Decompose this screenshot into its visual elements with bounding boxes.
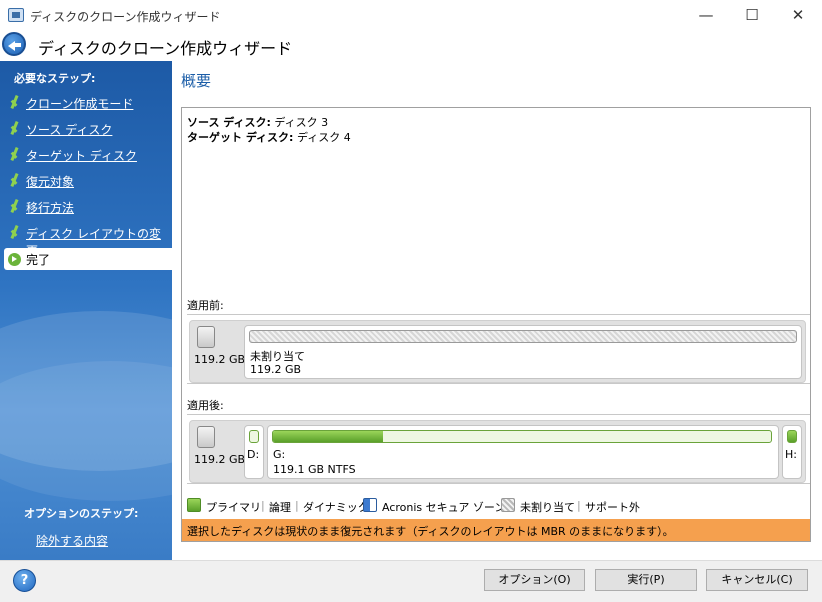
partition-d-label: D:	[247, 448, 260, 461]
partition-g-info: 119.1 GB NTFS	[273, 463, 356, 476]
after-label: 適用後:	[187, 399, 224, 412]
step-label[interactable]: 移行方法	[26, 199, 74, 216]
summary-panel: ソース ディスク: ディスク 3 ターゲット ディスク: ディスク 4 適用前:…	[181, 107, 811, 542]
options-button[interactable]: オプション(O)	[484, 569, 585, 591]
partition-bar	[249, 330, 797, 343]
run-button[interactable]: 実行(P)	[595, 569, 697, 591]
legend-separator: |	[295, 499, 299, 512]
page-title: 概要	[181, 72, 212, 90]
source-disk-value: ディスク 3	[274, 116, 329, 129]
sidebar-step-target-disk[interactable]: ターゲット ディスク	[0, 144, 172, 166]
steps-sidebar: 必要なステップ: クローン作成モード ソース ディスク ターゲット ディスク 復…	[0, 61, 172, 560]
minimize-button[interactable]: —	[683, 0, 729, 30]
sidebar-decoration	[0, 361, 172, 501]
step-label[interactable]: クローン作成モード	[26, 95, 133, 112]
required-steps-label: 必要なステップ:	[14, 72, 96, 85]
disk-after-box: 119.2 GB D: G: 119.1 GB NTFS H:	[189, 420, 806, 483]
check-icon	[8, 147, 18, 161]
window-title: ディスクのクローン作成ウィザード	[30, 10, 221, 24]
layout-notice-banner: 選択したディスクは現状のまま復元されます（ディスクのレイアウトは MBR のまま…	[182, 519, 810, 541]
disk-size: 119.2 GB	[194, 453, 246, 466]
partition-size: 119.2 GB	[250, 363, 302, 376]
partition-title: 未割り当て	[250, 350, 305, 363]
legend-unallocated: 未割り当て	[520, 501, 575, 514]
close-button[interactable]: ✕	[775, 0, 821, 30]
back-arrow-icon[interactable]	[2, 32, 26, 56]
disk-before-box: 119.2 GB 未割り当て 119.2 GB	[189, 320, 806, 383]
partition-unallocated[interactable]: 未割り当て 119.2 GB	[244, 325, 802, 379]
partition-bar	[787, 430, 797, 443]
cancel-button[interactable]: キャンセル(C)	[706, 569, 808, 591]
wizard-title: ディスクのクローン作成ウィザード	[38, 39, 293, 58]
disk-before: 119.2 GB 未割り当て 119.2 GB	[187, 314, 810, 384]
step-label: 完了	[26, 253, 51, 267]
partition-g-label: G:	[273, 448, 286, 461]
current-step-arrow-icon	[8, 253, 21, 266]
legend-dynamic: ダイナミック	[303, 501, 369, 514]
app-icon	[8, 8, 24, 22]
sidebar-item-exclusions[interactable]: 除外する内容	[36, 532, 108, 549]
optional-steps-label: オプションのステップ:	[24, 507, 139, 520]
check-icon	[8, 121, 18, 135]
partition-usage-fill	[273, 431, 383, 442]
before-label: 適用前:	[187, 299, 224, 312]
partition-d[interactable]: D:	[244, 425, 264, 479]
source-disk-key: ソース ディスク:	[187, 116, 271, 129]
sidebar-step-clone-mode[interactable]: クローン作成モード	[0, 92, 172, 114]
help-icon[interactable]: ?	[13, 569, 36, 592]
sidebar-step-source-disk[interactable]: ソース ディスク	[0, 118, 172, 140]
target-disk-line: ターゲット ディスク: ディスク 4	[187, 129, 351, 145]
disk-after: 119.2 GB D: G: 119.1 GB NTFS H:	[187, 414, 810, 484]
sidebar-step-finish[interactable]: 完了	[4, 248, 172, 270]
check-icon	[8, 95, 18, 109]
unallocated-swatch-icon	[501, 498, 515, 512]
target-disk-key: ターゲット ディスク:	[187, 131, 294, 144]
hard-disk-icon	[197, 326, 215, 348]
sidebar-step-disk-layout[interactable]: ディスク レイアウトの変更	[0, 222, 172, 258]
legend-separator: |	[261, 499, 265, 512]
disk-size: 119.2 GB	[194, 353, 246, 366]
partition-h-label: H:	[785, 448, 797, 461]
wizard-header: ディスクのクローン作成ウィザード	[0, 30, 822, 61]
partition-bar	[272, 430, 772, 443]
acronis-zone-swatch-icon	[363, 498, 377, 512]
primary-swatch-icon	[187, 498, 201, 512]
maximize-button[interactable]: ☐	[729, 0, 775, 30]
legend-unsupported: サポート外	[585, 501, 640, 514]
wizard-footer: ? オプション(O) 実行(P) キャンセル(C)	[0, 560, 822, 602]
partition-g[interactable]: G: 119.1 GB NTFS	[267, 425, 779, 479]
sidebar-step-recovery-target[interactable]: 復元対象	[0, 170, 172, 192]
window-titlebar: ディスクのクローン作成ウィザード — ☐ ✕	[0, 0, 822, 30]
step-label[interactable]: 復元対象	[26, 173, 74, 190]
source-disk-line: ソース ディスク: ディスク 3	[187, 114, 328, 130]
legend-acronis: Acronis セキュア ゾーン	[382, 501, 506, 514]
check-icon	[8, 225, 18, 239]
check-icon	[8, 173, 18, 187]
legend-separator: |	[577, 499, 581, 512]
check-icon	[8, 199, 18, 213]
sidebar-step-migration-method[interactable]: 移行方法	[0, 196, 172, 218]
step-label[interactable]: ソース ディスク	[26, 121, 112, 138]
legend-primary: プライマリ	[206, 501, 261, 514]
partition-bar	[249, 430, 259, 443]
target-disk-value: ディスク 4	[296, 131, 351, 144]
step-label[interactable]: ターゲット ディスク	[26, 147, 137, 164]
partition-h[interactable]: H:	[782, 425, 802, 479]
legend-logical: 論理	[269, 501, 291, 514]
hard-disk-icon	[197, 426, 215, 448]
